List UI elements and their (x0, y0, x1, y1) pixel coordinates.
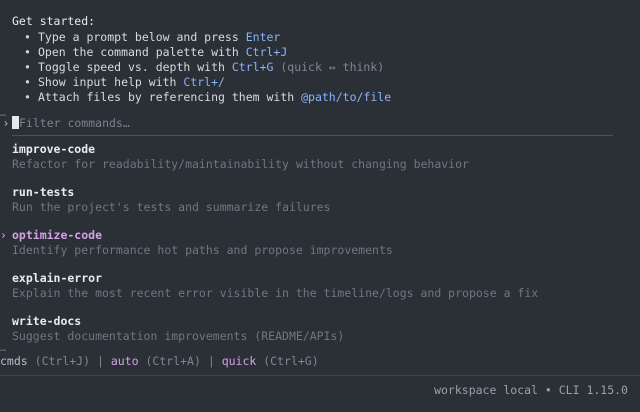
overflow-ellipsis-bottom: … (0, 343, 7, 354)
help-suffix: (quick ↔ think) (273, 60, 385, 74)
command-description: Explain the most recent error visible in… (12, 286, 539, 300)
auto-mode-toggle[interactable]: auto (Ctrl+A) (111, 354, 201, 368)
bullet-icon: • (24, 60, 31, 74)
bullet-icon: • (24, 75, 31, 89)
command-description: Identify performance hot paths and propo… (12, 243, 393, 257)
cli-version: CLI 1.15.0 (558, 383, 628, 397)
command-name: write-docs (12, 314, 82, 328)
help-item-enter: • Type a prompt below and press Enter (24, 30, 391, 45)
command-description: Refactor for readability/maintainability… (12, 157, 469, 171)
cmds-shortcut: (Ctrl+J) (34, 354, 91, 368)
command-description: Run the project's tests and summarize fa… (12, 200, 331, 214)
bullet-icon: • (24, 30, 31, 44)
footer-status: workspace local • CLI 1.15.0 (434, 383, 628, 397)
chevron-right-icon: › (0, 228, 7, 242)
key-hint: Enter (245, 30, 281, 44)
help-title: Get started: (12, 14, 96, 28)
mode-status-row: cmds (Ctrl+J) | auto (Ctrl+A) | quick (C… (0, 354, 319, 368)
key-hint: Ctrl+G (231, 60, 274, 74)
command-name: run-tests (12, 185, 75, 199)
help-list: • Type a prompt below and press Enter • Op… (24, 30, 391, 105)
auto-shortcut: (Ctrl+A) (145, 354, 201, 368)
command-name: optimize-code (12, 228, 103, 242)
command-description: Suggest documentation improvements (READ… (12, 329, 345, 343)
key-hint: @path/to/file (301, 90, 392, 104)
command-list: improve-code Refactor for readability/ma… (0, 141, 620, 356)
command-item-explain-error[interactable]: explain-error Explain the most recent er… (0, 270, 620, 313)
command-item-run-tests[interactable]: run-tests Run the project's tests and su… (0, 184, 620, 227)
filter-divider (12, 135, 613, 136)
command-name: improve-code (12, 142, 96, 156)
dot-separator-icon: • (544, 383, 552, 397)
help-item-input-help: • Show input help with Ctrl+/ (24, 75, 391, 90)
command-item-write-docs[interactable]: write-docs Suggest documentation improve… (0, 313, 620, 356)
chevron-right-icon: › (2, 116, 10, 130)
help-item-toggle: • Toggle speed vs. depth with Ctrl+G (qui… (24, 60, 391, 75)
help-item-palette: • Open the command palette with Ctrl+J (24, 45, 391, 60)
separator: | (96, 354, 104, 368)
help-text: Show input help with (38, 75, 184, 89)
workspace-label: workspace local (434, 383, 538, 397)
bullet-icon: • (24, 90, 31, 104)
command-filter-row[interactable]: › (0, 114, 613, 132)
help-text: Open the command palette with (38, 45, 246, 59)
filter-commands-input[interactable] (19, 116, 539, 130)
quick-mode-toggle[interactable]: quick (Ctrl+G) (222, 354, 319, 368)
quick-label: quick (221, 354, 257, 368)
help-text: Toggle speed vs. depth with (38, 60, 232, 74)
help-item-attach: • Attach files by referencing them with @… (24, 90, 391, 105)
footer-divider (0, 375, 640, 376)
help-text: Attach files by referencing them with (38, 90, 302, 104)
cmds-toggle[interactable]: cmds (Ctrl+J) (0, 354, 90, 368)
cmds-label: cmds (0, 354, 28, 368)
quick-shortcut: (Ctrl+G) (263, 354, 319, 368)
bullet-icon: • (24, 45, 31, 59)
command-item-improve-code[interactable]: improve-code Refactor for readability/ma… (0, 141, 620, 184)
key-hint: Ctrl+/ (183, 75, 225, 89)
command-item-optimize-code[interactable]: › optimize-code Identify performance hot… (0, 227, 620, 270)
auto-label: auto (110, 354, 139, 368)
key-hint: Ctrl+J (245, 45, 288, 59)
separator: | (207, 354, 215, 368)
help-text: Type a prompt below and press (38, 30, 246, 44)
command-name: explain-error (12, 271, 103, 285)
text-cursor (12, 116, 19, 129)
